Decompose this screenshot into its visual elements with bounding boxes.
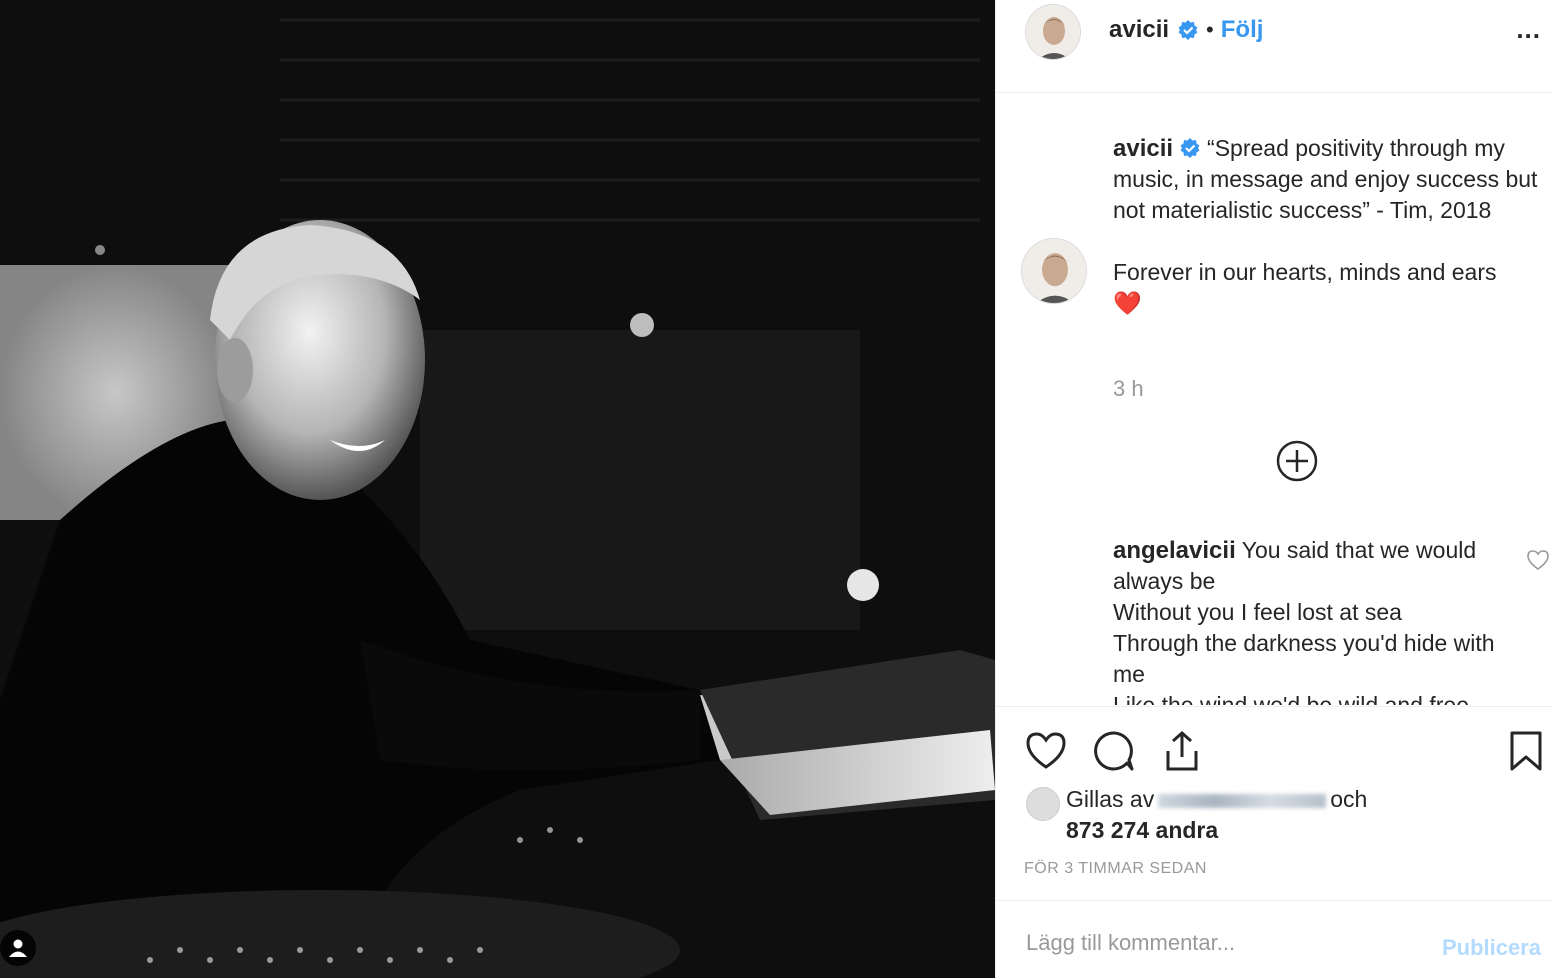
caption-avatar[interactable] <box>1021 238 1087 304</box>
verified-icon <box>1179 136 1201 158</box>
add-comment-bar: Publicera <box>996 900 1552 979</box>
publish-button[interactable]: Publicera <box>1442 935 1541 961</box>
post-photo[interactable] <box>0 0 995 978</box>
photo-image <box>0 0 995 978</box>
comment-text-line3: Through the darkness you'd hide with me <box>1113 630 1495 687</box>
comment-item: angelavicii You said that we would alway… <box>1113 535 1513 705</box>
share-icon[interactable] <box>1160 729 1204 773</box>
post-actions <box>996 706 1552 795</box>
caption-timestamp[interactable]: 3 h <box>1113 376 1144 402</box>
more-options-button[interactable]: ... <box>1516 14 1541 45</box>
separator-dot: • <box>1206 17 1214 42</box>
load-more-icon[interactable] <box>1276 440 1318 482</box>
comment-icon[interactable] <box>1092 729 1136 773</box>
likes-prefix: Gillas av <box>1066 786 1155 812</box>
likes-count[interactable]: 873 274 andra <box>1066 817 1218 843</box>
likes-suffix: och <box>1330 786 1368 812</box>
comment-input[interactable] <box>1024 929 1408 957</box>
blurred-username <box>1158 793 1327 808</box>
header-username[interactable]: avicii <box>1109 16 1169 44</box>
post-header: avicii • Följ ... <box>996 0 1552 93</box>
comments-section[interactable]: avicii “Spread positivity through my musi… <box>996 93 1552 705</box>
comment-username[interactable]: angelavicii <box>1113 537 1236 564</box>
post-timestamp[interactable]: FÖR 3 TIMMAR SEDAN <box>1024 860 1207 878</box>
heart-emoji: ❤️ <box>1113 290 1142 316</box>
bookmark-icon[interactable] <box>1504 729 1548 773</box>
user-tag-icon[interactable] <box>0 930 36 966</box>
caption-username[interactable]: avicii <box>1113 135 1173 162</box>
heart-icon[interactable] <box>1024 729 1068 773</box>
liker-avatar[interactable] <box>1026 787 1060 821</box>
comment-text-line4: Like the wind we'd be wild and free <box>1113 692 1469 705</box>
comment-like-icon[interactable] <box>1526 549 1550 571</box>
follow-button[interactable]: Följ <box>1221 16 1264 44</box>
header-user-row: avicii • Följ <box>1109 16 1263 44</box>
likes-text: Gillas av och 873 274 andra <box>1066 784 1546 846</box>
post-caption: avicii “Spread positivity through my musi… <box>1113 133 1543 319</box>
caption-text-2: Forever in our hearts, minds and ears <box>1113 259 1497 285</box>
post-side-panel: avicii • Följ ... avicii “Spread positivi… <box>995 0 1552 978</box>
verified-icon <box>1177 19 1199 41</box>
comment-text-line2: Without you I feel lost at sea <box>1113 599 1402 625</box>
caption-text: “Spread positivity through my music, in … <box>1113 135 1538 223</box>
avatar[interactable] <box>1025 4 1081 60</box>
